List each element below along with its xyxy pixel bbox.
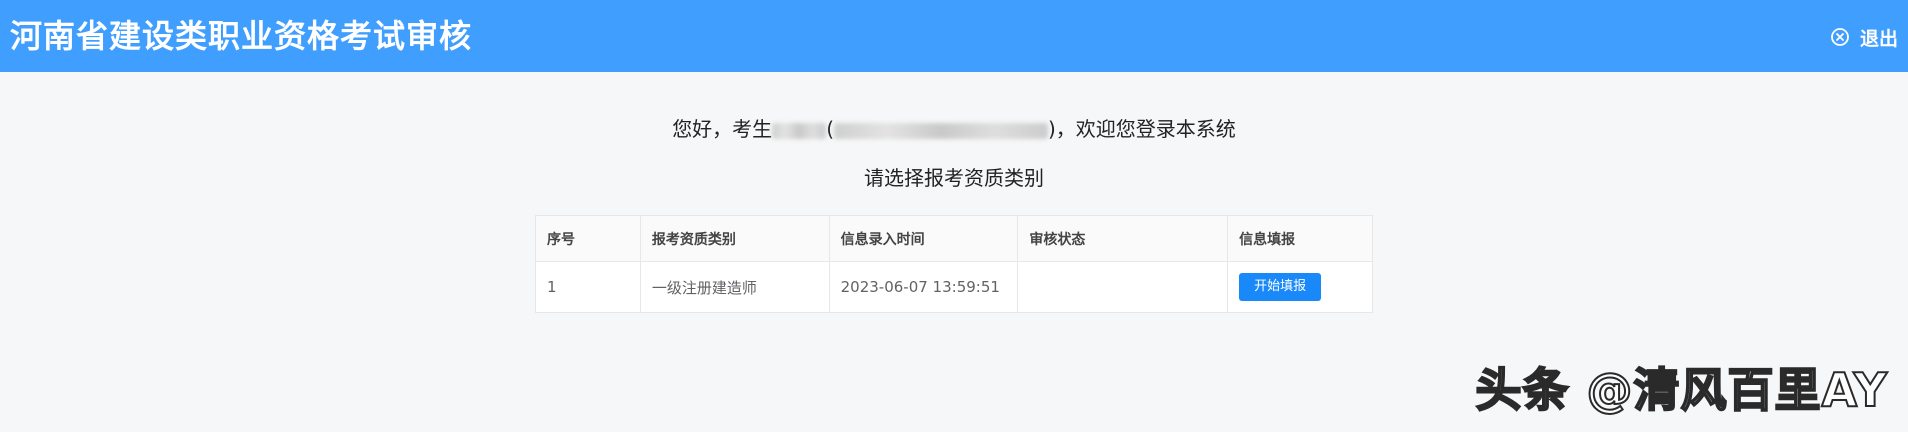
- column-header-category: 报考资质类别: [639, 215, 830, 262]
- cell-action: 开始填报: [1227, 261, 1373, 313]
- table-row: 1 一级注册建造师 2023-06-07 13:59:51 开始填报: [535, 261, 1373, 313]
- cell-index: 1: [535, 261, 641, 313]
- welcome-message: 您好，考生 ( )，欢迎您登录本系统: [0, 114, 1908, 144]
- logout-button[interactable]: 退出: [1830, 24, 1898, 50]
- start-fill-button[interactable]: 开始填报: [1239, 273, 1322, 301]
- app-title: 河南省建设类职业资格考试审核: [10, 17, 473, 55]
- greeting-prefix: 您好，考生: [672, 117, 773, 141]
- cell-category: 一级注册建造师: [639, 261, 830, 313]
- table-header-row: 序号 报考资质类别 信息录入时间 审核状态 信息填报: [535, 215, 1373, 262]
- redacted-id: [834, 122, 1048, 139]
- cell-entry-time: 2023-06-07 13:59:51: [828, 261, 1019, 313]
- cell-status: [1017, 261, 1229, 313]
- redacted-name: [772, 122, 827, 139]
- column-header-status: 审核状态: [1017, 215, 1229, 262]
- watermark-text: 头条 @清风百里AY: [1474, 362, 1888, 418]
- category-prompt: 请选择报考资质类别: [864, 166, 1044, 190]
- column-header-action: 信息填报: [1227, 215, 1373, 262]
- greeting-open-paren: (: [826, 117, 834, 141]
- qualification-table: 序号 报考资质类别 信息录入时间 审核状态 信息填报 1 一级注册建造师 202…: [535, 215, 1373, 313]
- column-header-entry-time: 信息录入时间: [828, 215, 1019, 262]
- greeting-suffix: )，欢迎您登录本系统: [1048, 117, 1236, 141]
- logout-label: 退出: [1859, 27, 1898, 50]
- header-bar: 河南省建设类职业资格考试审核 退出: [0, 0, 1908, 72]
- close-circle-icon: [1831, 28, 1849, 46]
- column-header-index: 序号: [535, 215, 641, 262]
